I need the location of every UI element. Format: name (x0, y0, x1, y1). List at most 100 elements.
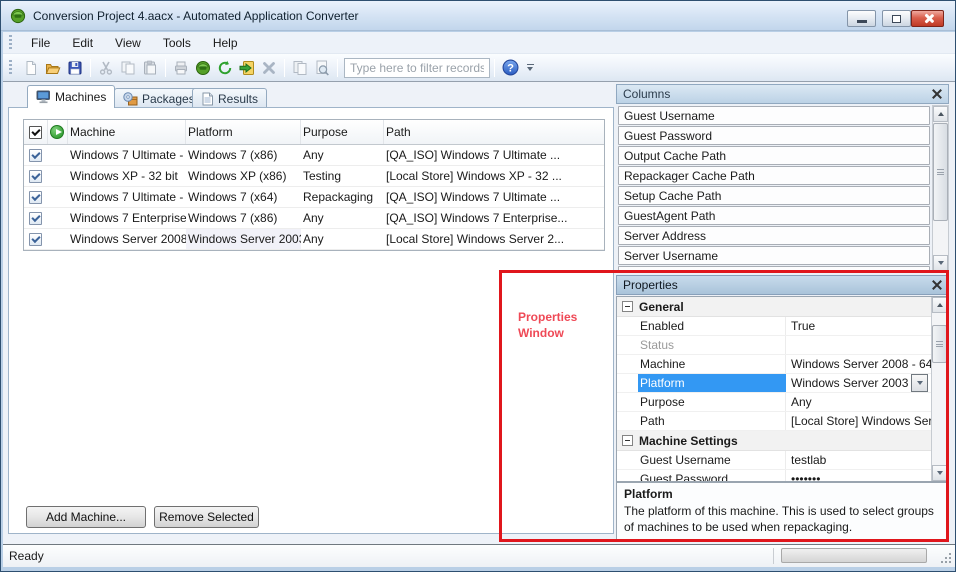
property-row-platform-selected[interactable]: Platform Windows Server 2003 R (617, 374, 931, 393)
tab-packages[interactable]: Packages (114, 88, 204, 108)
dropdown-button[interactable] (911, 374, 928, 392)
scroll-down-icon[interactable] (933, 255, 948, 271)
row-checkbox[interactable] (29, 149, 42, 162)
category-row-general[interactable]: General (617, 297, 931, 317)
remove-selected-button[interactable]: Remove Selected (154, 506, 259, 528)
menu-tools[interactable]: Tools (152, 32, 202, 54)
collapse-icon[interactable] (622, 435, 633, 446)
row-checkbox[interactable] (29, 170, 42, 183)
machines-table-header[interactable]: Machine Platform Purpose Path (24, 120, 604, 145)
toolbar-grip[interactable] (9, 60, 12, 76)
cell-machine: Windows Server 2008 - 6... (68, 229, 186, 249)
menu-help[interactable]: Help (202, 32, 249, 54)
window-title: Conversion Project 4.aacx - Automated Ap… (33, 1, 359, 31)
close-button[interactable] (911, 10, 944, 27)
tab-machines[interactable]: Machines (27, 85, 115, 108)
minimize-icon (857, 20, 867, 23)
column-header-purpose[interactable]: Purpose (301, 120, 384, 144)
table-row[interactable]: Windows 7 Ultimate - 64... Windows 7 (x6… (24, 187, 604, 208)
column-item[interactable]: Repackager Cache Path (618, 166, 930, 185)
cell-path: [QA_ISO] Windows 7 Ultimate ... (384, 145, 604, 165)
property-value[interactable]: Windows Server 2008 - 64 (786, 355, 931, 373)
row-checkbox[interactable] (29, 233, 42, 246)
help-icon[interactable]: ? (499, 57, 521, 79)
preview-icon[interactable] (311, 57, 333, 79)
table-row[interactable]: Windows XP - 32 bit Windows XP (x86) Tes… (24, 166, 604, 187)
table-row-selected[interactable]: Windows Server 2008 - 6... Windows Serve… (24, 229, 604, 250)
column-item[interactable]: Server Password (618, 266, 930, 272)
add-machine-button[interactable]: Add Machine... (26, 506, 146, 528)
select-all-checkbox[interactable] (29, 126, 42, 139)
row-checkbox[interactable] (29, 191, 42, 204)
column-item[interactable]: Guest Password (618, 126, 930, 145)
scrollbar-thumb[interactable] (933, 123, 948, 221)
close-icon[interactable] (932, 280, 942, 290)
row-checkbox[interactable] (29, 212, 42, 225)
cut-icon[interactable] (95, 57, 117, 79)
property-row-machine[interactable]: Machine Windows Server 2008 - 64 (617, 355, 931, 374)
delete-icon[interactable] (258, 57, 280, 79)
property-row-status[interactable]: Status (617, 336, 931, 355)
filter-records-input[interactable] (344, 58, 490, 78)
scroll-down-icon[interactable] (932, 465, 947, 481)
column-item[interactable]: Output Cache Path (618, 146, 930, 165)
tab-results[interactable]: Results (192, 88, 267, 108)
toolbar-overflow-icon[interactable] (523, 58, 537, 78)
column-item[interactable]: Guest Username (618, 106, 930, 125)
menu-edit[interactable]: Edit (61, 32, 104, 54)
export-icon[interactable] (236, 57, 258, 79)
scrollbar-thumb[interactable] (932, 325, 947, 363)
run-status-column-icon (50, 125, 64, 139)
property-value[interactable]: ••••••• (786, 470, 931, 482)
column-item[interactable]: Server Address (618, 226, 930, 245)
build-package-icon[interactable] (192, 57, 214, 79)
category-row-machine-settings[interactable]: Machine Settings (617, 431, 931, 451)
properties-scrollbar[interactable] (931, 297, 948, 481)
property-value[interactable]: True (786, 317, 931, 335)
copy-icon[interactable] (117, 57, 139, 79)
columns-scrollbar[interactable] (932, 105, 949, 272)
refresh-icon[interactable] (214, 57, 236, 79)
column-item[interactable]: Server Username (618, 246, 930, 265)
resize-grip-icon[interactable] (939, 551, 951, 563)
columns-panel-titlebar[interactable]: Columns (616, 84, 949, 104)
table-row[interactable]: Windows 7 Enterprise - 3... Windows 7 (x… (24, 208, 604, 229)
property-value[interactable]: Any (786, 393, 931, 411)
property-row-purpose[interactable]: Purpose Any (617, 393, 931, 412)
paste-icon[interactable] (139, 57, 161, 79)
duplicate-icon[interactable] (289, 57, 311, 79)
columns-list: Guest Username Guest Password Output Cac… (618, 106, 930, 272)
properties-panel-titlebar[interactable]: Properties (616, 275, 949, 295)
toolbar-separator (284, 59, 285, 77)
menubar-grip[interactable] (9, 35, 12, 51)
column-header-machine[interactable]: Machine (68, 120, 186, 144)
column-header-platform[interactable]: Platform (186, 120, 301, 144)
menu-view[interactable]: View (104, 32, 152, 54)
property-value[interactable]: Windows Server 2003 R (786, 374, 931, 392)
open-project-icon[interactable] (42, 57, 64, 79)
column-item[interactable]: Setup Cache Path (618, 186, 930, 205)
titlebar[interactable]: Conversion Project 4.aacx - Automated Ap… (1, 1, 956, 31)
properties-panel: Properties General Enabled True Status (616, 275, 949, 541)
property-value[interactable]: [Local Store] Windows Ser (786, 412, 931, 430)
close-icon[interactable] (932, 89, 942, 99)
property-row-guest-password[interactable]: Guest Password ••••••• (617, 470, 931, 482)
restore-button[interactable] (882, 10, 911, 27)
property-value[interactable]: testlab (786, 451, 931, 469)
property-row-enabled[interactable]: Enabled True (617, 317, 931, 336)
cell-purpose: Any (301, 229, 384, 249)
collapse-icon[interactable] (622, 301, 633, 312)
menu-file[interactable]: File (20, 32, 61, 54)
save-project-icon[interactable] (64, 57, 86, 79)
table-row[interactable]: Windows 7 Ultimate - 32... Windows 7 (x8… (24, 145, 604, 166)
column-item[interactable]: GuestAgent Path (618, 206, 930, 225)
platform-value-text: Windows Server 2003 R (791, 376, 920, 390)
column-header-path[interactable]: Path (384, 120, 604, 144)
scroll-up-icon[interactable] (933, 106, 948, 122)
print-icon[interactable] (170, 57, 192, 79)
property-row-path[interactable]: Path [Local Store] Windows Ser (617, 412, 931, 431)
scroll-up-icon[interactable] (932, 297, 947, 313)
new-document-icon[interactable] (20, 57, 42, 79)
property-row-guest-username[interactable]: Guest Username testlab (617, 451, 931, 470)
minimize-button[interactable] (847, 10, 876, 27)
